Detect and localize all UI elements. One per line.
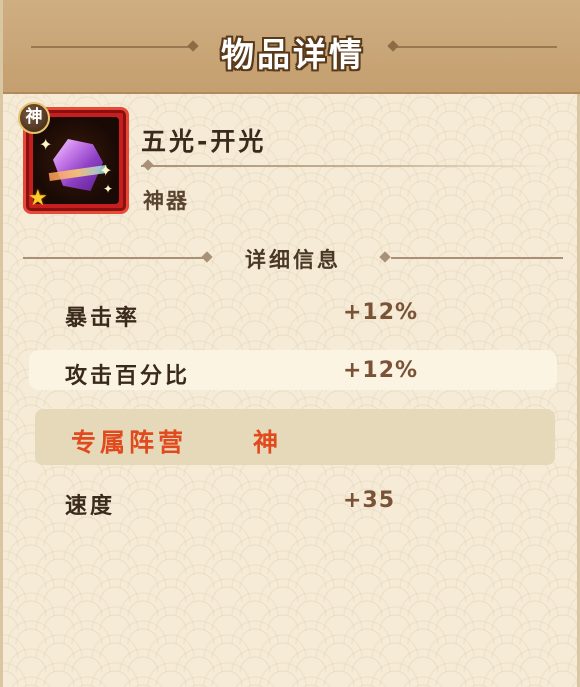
divine-badge: 神 xyxy=(18,102,50,134)
faction-row: 专属阵营 神 xyxy=(35,409,555,465)
section-diamond-left xyxy=(201,251,213,263)
item-name: 五光-开光 xyxy=(141,127,267,156)
header-bar: 物品详情 xyxy=(3,0,580,94)
divider-diamond xyxy=(142,159,154,171)
stat-row: 暴击率 +12% xyxy=(29,292,557,332)
stat-label: 攻击百分比 xyxy=(65,364,191,389)
item-detail-panel: 物品详情 ✦ ✦ ✦ 神 ★ 五光-开光 神器 详细信息 暴击率 +12% 攻击… xyxy=(0,0,580,687)
faction-value: 神 xyxy=(253,428,279,457)
stat-label: 速度 xyxy=(65,494,116,519)
header-divider-right xyxy=(395,46,557,48)
sparkle-icon: ✦ xyxy=(99,161,113,180)
section-divider-left xyxy=(23,257,203,259)
section-diamond-right xyxy=(379,251,391,263)
page-title: 物品详情 xyxy=(221,35,365,74)
sparkle-icon: ✦ xyxy=(39,135,53,154)
stat-value: +12% xyxy=(343,300,419,325)
header-diamond-left xyxy=(187,40,199,52)
sparkle-icon: ✦ xyxy=(103,182,114,196)
faction-label: 专属阵营 xyxy=(71,428,188,457)
stat-value: +35 xyxy=(343,488,396,513)
item-icon-frame[interactable]: ✦ ✦ ✦ 神 ★ xyxy=(18,102,129,214)
header-divider-left xyxy=(31,46,191,48)
item-name-divider xyxy=(141,165,551,167)
stat-label: 暴击率 xyxy=(65,306,141,331)
item-category: 神器 xyxy=(143,189,189,213)
section-title: 详细信息 xyxy=(245,248,341,272)
stat-value: +12% xyxy=(343,358,419,383)
purple-gem-icon xyxy=(53,139,103,191)
section-divider-right xyxy=(391,257,563,259)
stat-row: 速度 +35 xyxy=(29,480,557,520)
gold-star-icon: ★ xyxy=(28,186,48,211)
stat-row: 攻击百分比 +12% xyxy=(29,350,557,390)
